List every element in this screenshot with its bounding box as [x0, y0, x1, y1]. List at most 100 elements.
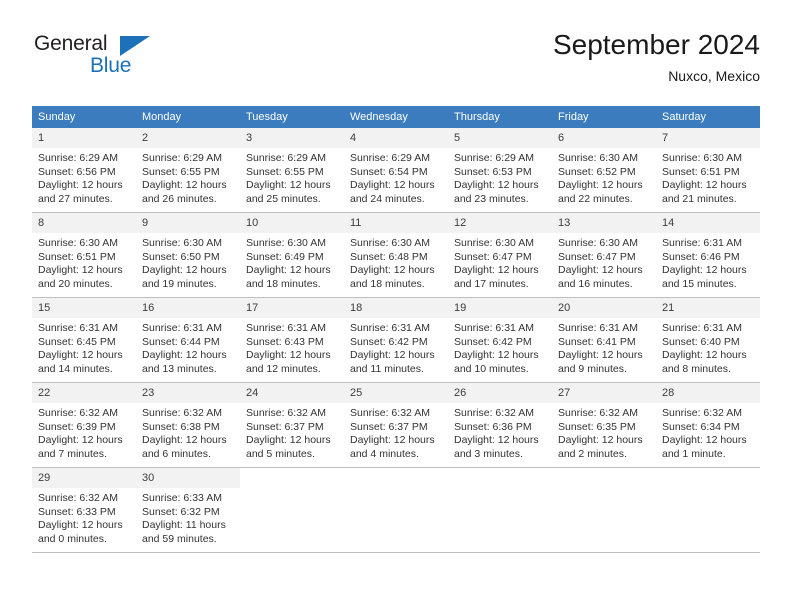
day-cell-body: 10 Sunrise: 6:30 AM Sunset: 6:49 PM Dayligh… — [240, 213, 344, 297]
day-number: 23 — [136, 383, 240, 403]
day-number: 7 — [656, 128, 760, 148]
day-details: Sunrise: 6:30 AM Sunset: 6:48 PM Daylight:… — [344, 233, 448, 291]
daylight-text-line2: and 24 minutes. — [350, 192, 425, 205]
calendar-day-cell[interactable]: 17 Sunrise: 6:31 AM Sunset: 6:43 PM Dayligh… — [240, 297, 344, 383]
calendar-day-cell[interactable]: 19 Sunrise: 6:31 AM Sunset: 6:42 PM Dayligh… — [448, 297, 552, 383]
calendar-day-cell[interactable]: 18 Sunrise: 6:31 AM Sunset: 6:42 PM Dayligh… — [344, 297, 448, 383]
day-cell-body — [240, 468, 344, 552]
calendar-day-cell[interactable]: 23 Sunrise: 6:32 AM Sunset: 6:38 PM Dayligh… — [136, 382, 240, 468]
calendar-header-row: Sunday Monday Tuesday Wednesday Thursday… — [32, 106, 760, 128]
sunrise-text: Sunrise: 6:32 AM — [558, 407, 638, 419]
sunrise-text: Sunrise: 6:29 AM — [454, 152, 534, 164]
day-number: 13 — [552, 213, 656, 233]
sunrise-text: Sunrise: 6:30 AM — [558, 152, 638, 164]
day-number: 4 — [344, 128, 448, 148]
calendar-empty-cell — [240, 467, 344, 553]
day-cell-body: 5 Sunrise: 6:29 AM Sunset: 6:53 PM Daylight… — [448, 128, 552, 212]
sunset-text: Sunset: 6:40 PM — [662, 335, 740, 348]
day-cell-body: 15 Sunrise: 6:31 AM Sunset: 6:45 PM Dayligh… — [32, 298, 136, 382]
sunrise-text: Sunrise: 6:32 AM — [454, 407, 534, 419]
calendar-day-cell[interactable]: 2 Sunrise: 6:29 AM Sunset: 6:55 PM Daylight… — [136, 128, 240, 213]
calendar-body: 1 Sunrise: 6:29 AM Sunset: 6:56 PM Daylight… — [32, 128, 760, 553]
daylight-text-line2: and 27 minutes. — [38, 192, 113, 205]
calendar-day-cell[interactable]: 11 Sunrise: 6:30 AM Sunset: 6:48 PM Dayligh… — [344, 212, 448, 298]
calendar-day-cell[interactable]: 29 Sunrise: 6:32 AM Sunset: 6:33 PM Dayligh… — [32, 467, 136, 553]
day-number: 10 — [240, 213, 344, 233]
sunrise-text: Sunrise: 6:31 AM — [38, 322, 118, 334]
sunrise-text: Sunrise: 6:31 AM — [142, 322, 222, 334]
sunset-text: Sunset: 6:53 PM — [454, 165, 532, 178]
calendar-day-cell[interactable]: 25 Sunrise: 6:32 AM Sunset: 6:37 PM Dayligh… — [344, 382, 448, 468]
daylight-text-line1: Daylight: 12 hours — [558, 434, 643, 446]
title-block: September 2024 Nuxco, Mexico — [553, 28, 760, 86]
day-cell-body: 18 Sunrise: 6:31 AM Sunset: 6:42 PM Dayligh… — [344, 298, 448, 382]
daylight-text-line2: and 12 minutes. — [246, 362, 321, 375]
calendar-day-cell[interactable]: 27 Sunrise: 6:32 AM Sunset: 6:35 PM Dayligh… — [552, 382, 656, 468]
weekday-header-thursday: Thursday — [448, 106, 552, 128]
calendar-day-cell[interactable]: 7 Sunrise: 6:30 AM Sunset: 6:51 PM Daylight… — [656, 128, 760, 213]
day-cell-body: 17 Sunrise: 6:31 AM Sunset: 6:43 PM Dayligh… — [240, 298, 344, 382]
daylight-text-line1: Daylight: 12 hours — [662, 179, 747, 191]
day-details: Sunrise: 6:29 AM Sunset: 6:56 PM Daylight:… — [32, 148, 136, 206]
day-details — [344, 488, 448, 492]
calendar-page: General Blue September 2024 Nuxco, Mexic… — [0, 0, 792, 612]
day-number: 9 — [136, 213, 240, 233]
sunrise-text: Sunrise: 6:30 AM — [246, 237, 326, 249]
calendar-day-cell[interactable]: 26 Sunrise: 6:32 AM Sunset: 6:36 PM Dayligh… — [448, 382, 552, 468]
day-number: 11 — [344, 213, 448, 233]
daylight-text-line2: and 59 minutes. — [142, 532, 217, 545]
calendar-day-cell[interactable]: 4 Sunrise: 6:29 AM Sunset: 6:54 PM Daylight… — [344, 128, 448, 213]
calendar-day-cell[interactable]: 14 Sunrise: 6:31 AM Sunset: 6:46 PM Dayligh… — [656, 212, 760, 298]
sunrise-text: Sunrise: 6:29 AM — [142, 152, 222, 164]
daylight-text-line2: and 0 minutes. — [38, 532, 107, 545]
calendar-day-cell[interactable]: 3 Sunrise: 6:29 AM Sunset: 6:55 PM Daylight… — [240, 128, 344, 213]
daylight-text-line1: Daylight: 12 hours — [142, 264, 227, 276]
day-cell-body — [448, 468, 552, 552]
daylight-text-line1: Daylight: 12 hours — [38, 349, 123, 361]
day-number: 14 — [656, 213, 760, 233]
daylight-text-line2: and 18 minutes. — [246, 277, 321, 290]
daylight-text-line1: Daylight: 12 hours — [142, 434, 227, 446]
day-cell-body: 28 Sunrise: 6:32 AM Sunset: 6:34 PM Dayligh… — [656, 383, 760, 467]
calendar-week-row: 22 Sunrise: 6:32 AM Sunset: 6:39 PM Dayligh… — [32, 382, 760, 468]
weekday-header-friday: Friday — [552, 106, 656, 128]
daylight-text-line1: Daylight: 12 hours — [558, 179, 643, 191]
day-number: 17 — [240, 298, 344, 318]
calendar-day-cell[interactable]: 1 Sunrise: 6:29 AM Sunset: 6:56 PM Daylight… — [32, 128, 136, 213]
daylight-text-line1: Daylight: 12 hours — [350, 179, 435, 191]
calendar-day-cell[interactable]: 28 Sunrise: 6:32 AM Sunset: 6:34 PM Dayligh… — [656, 382, 760, 468]
day-details: Sunrise: 6:29 AM Sunset: 6:53 PM Daylight:… — [448, 148, 552, 206]
sunset-text: Sunset: 6:35 PM — [558, 420, 636, 433]
daylight-text-line1: Daylight: 12 hours — [246, 434, 331, 446]
calendar-day-cell[interactable]: 30 Sunrise: 6:33 AM Sunset: 6:32 PM Dayligh… — [136, 467, 240, 553]
calendar-day-cell[interactable]: 16 Sunrise: 6:31 AM Sunset: 6:44 PM Dayligh… — [136, 297, 240, 383]
sunset-text: Sunset: 6:38 PM — [142, 420, 220, 433]
calendar-day-cell[interactable]: 13 Sunrise: 6:30 AM Sunset: 6:47 PM Dayligh… — [552, 212, 656, 298]
calendar-day-cell[interactable]: 10 Sunrise: 6:30 AM Sunset: 6:49 PM Dayligh… — [240, 212, 344, 298]
day-cell-body: 1 Sunrise: 6:29 AM Sunset: 6:56 PM Daylight… — [32, 128, 136, 212]
calendar-day-cell[interactable]: 6 Sunrise: 6:30 AM Sunset: 6:52 PM Daylight… — [552, 128, 656, 213]
calendar-day-cell[interactable]: 15 Sunrise: 6:31 AM Sunset: 6:45 PM Dayligh… — [32, 297, 136, 383]
calendar-day-cell[interactable]: 12 Sunrise: 6:30 AM Sunset: 6:47 PM Dayligh… — [448, 212, 552, 298]
calendar-day-cell[interactable]: 8 Sunrise: 6:30 AM Sunset: 6:51 PM Daylight… — [32, 212, 136, 298]
calendar-week-row: 29 Sunrise: 6:32 AM Sunset: 6:33 PM Dayligh… — [32, 467, 760, 553]
calendar-day-cell[interactable]: 21 Sunrise: 6:31 AM Sunset: 6:40 PM Dayligh… — [656, 297, 760, 383]
sunset-text: Sunset: 6:55 PM — [246, 165, 324, 178]
sunrise-text: Sunrise: 6:30 AM — [350, 237, 430, 249]
daylight-text-line1: Daylight: 12 hours — [38, 519, 123, 531]
sunset-text: Sunset: 6:51 PM — [38, 250, 116, 263]
sunrise-text: Sunrise: 6:31 AM — [246, 322, 326, 334]
day-number: 6 — [552, 128, 656, 148]
weekday-header-sunday: Sunday — [32, 106, 136, 128]
daylight-text-line2: and 10 minutes. — [454, 362, 529, 375]
calendar-day-cell[interactable]: 22 Sunrise: 6:32 AM Sunset: 6:39 PM Dayligh… — [32, 382, 136, 468]
day-details: Sunrise: 6:29 AM Sunset: 6:55 PM Daylight:… — [136, 148, 240, 206]
daylight-text-line1: Daylight: 12 hours — [454, 349, 539, 361]
daylight-text-line1: Daylight: 12 hours — [662, 264, 747, 276]
calendar-day-cell[interactable]: 9 Sunrise: 6:30 AM Sunset: 6:50 PM Daylight… — [136, 212, 240, 298]
calendar-day-cell[interactable]: 24 Sunrise: 6:32 AM Sunset: 6:37 PM Dayligh… — [240, 382, 344, 468]
calendar-day-cell[interactable]: 5 Sunrise: 6:29 AM Sunset: 6:53 PM Daylight… — [448, 128, 552, 213]
daylight-text-line1: Daylight: 12 hours — [350, 434, 435, 446]
calendar-day-cell[interactable]: 20 Sunrise: 6:31 AM Sunset: 6:41 PM Dayligh… — [552, 297, 656, 383]
daylight-text-line2: and 17 minutes. — [454, 277, 529, 290]
